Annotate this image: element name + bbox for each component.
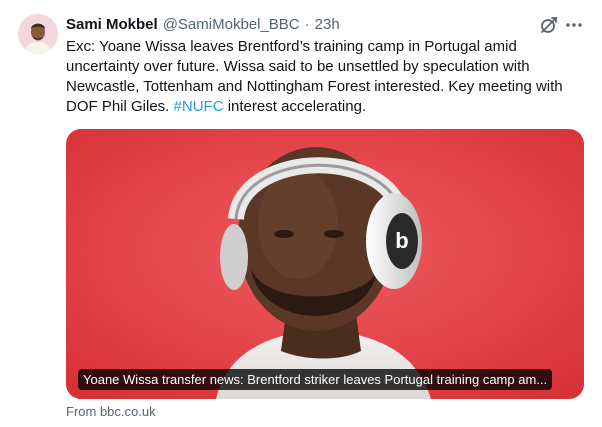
tweet-text-tail: interest accelerating. [223,98,367,115]
avatar-image [18,14,58,54]
tweet[interactable]: Sami Mokbel @SamiMokbel_BBC · 23h Exc: Y… [0,0,602,427]
timestamp[interactable]: 23h [315,16,340,33]
link-card-title[interactable]: Yoane Wissa transfer news: Brentford str… [78,369,553,390]
author-handle[interactable]: @SamiMokbel_BBC [163,16,300,33]
headphones-logo: b [395,228,408,253]
author-name[interactable]: Sami Mokbel [66,16,158,33]
link-source[interactable]: From bbc.co.uk [66,404,156,419]
grok-icon[interactable] [538,14,560,36]
avatar[interactable] [18,14,58,54]
hashtag-link[interactable]: #NUFC [174,98,224,115]
tweet-header: Sami Mokbel @SamiMokbel_BBC · 23h [66,14,340,34]
link-card[interactable]: b Yoane Wissa transfer news: Brentford s… [66,129,584,399]
link-card-image: b [66,129,584,399]
more-icon[interactable] [563,14,585,36]
tweet-text: Exc: Yoane Wissa leaves Brentford’s trai… [66,37,591,117]
separator-dot: · [304,15,310,33]
